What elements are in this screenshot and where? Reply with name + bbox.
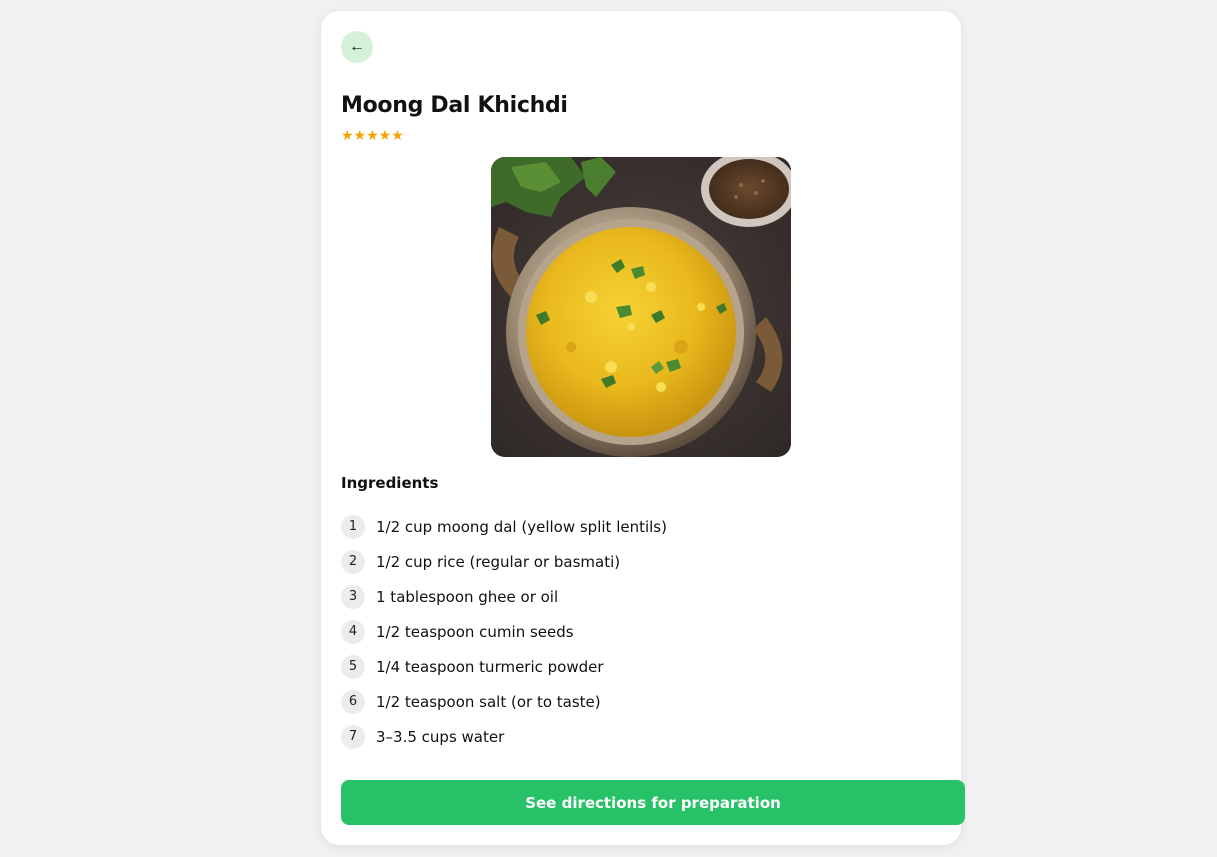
see-directions-button[interactable]: See directions for preparation [341, 780, 965, 825]
ingredient-item: 4 1/2 teaspoon cumin seeds [341, 614, 667, 649]
ingredients-heading: Ingredients [341, 474, 439, 492]
rating-stars: ★★★★★ [341, 128, 404, 144]
ingredient-item: 7 3–3.5 cups water [341, 719, 667, 754]
ingredients-list: 1 1/2 cup moong dal (yellow split lentil… [341, 509, 667, 754]
ingredient-item: 5 1/4 teaspoon turmeric powder [341, 649, 667, 684]
ingredient-number: 2 [341, 549, 365, 574]
ingredient-text: 1 tablespoon ghee or oil [376, 587, 559, 606]
ingredient-item: 2 1/2 cup rice (regular or basmati) [341, 544, 667, 579]
ingredient-number: 7 [341, 724, 365, 749]
recipe-card: ← Moong Dal Khichdi ★★★★★ Ingredients 1 … [321, 11, 965, 845]
ingredient-item: 1 1/2 cup moong dal (yellow split lentil… [341, 509, 667, 544]
back-button[interactable]: ← [341, 31, 373, 63]
ingredient-number: 4 [341, 619, 365, 644]
ingredient-text: 1/2 cup moong dal (yellow split lentils) [376, 517, 667, 536]
dish-photo [491, 157, 791, 457]
ingredient-number: 6 [341, 689, 365, 714]
ingredient-number: 1 [341, 514, 365, 539]
ingredient-text: 3–3.5 cups water [376, 727, 505, 746]
ingredient-item: 3 1 tablespoon ghee or oil [341, 579, 667, 614]
ingredient-number: 5 [341, 654, 365, 679]
recipe-title: Moong Dal Khichdi [341, 93, 568, 118]
ingredient-item: 6 1/2 teaspoon salt (or to taste) [341, 684, 667, 719]
ingredient-text: 1/2 teaspoon cumin seeds [376, 622, 574, 641]
ingredient-number: 3 [341, 584, 365, 609]
ingredient-text: 1/2 teaspoon salt (or to taste) [376, 692, 601, 711]
ingredient-text: 1/2 cup rice (regular or basmati) [376, 552, 621, 571]
ingredient-text: 1/4 teaspoon turmeric powder [376, 657, 604, 676]
back-arrow-icon: ← [349, 38, 365, 55]
dish-photo-illustration [491, 157, 791, 457]
